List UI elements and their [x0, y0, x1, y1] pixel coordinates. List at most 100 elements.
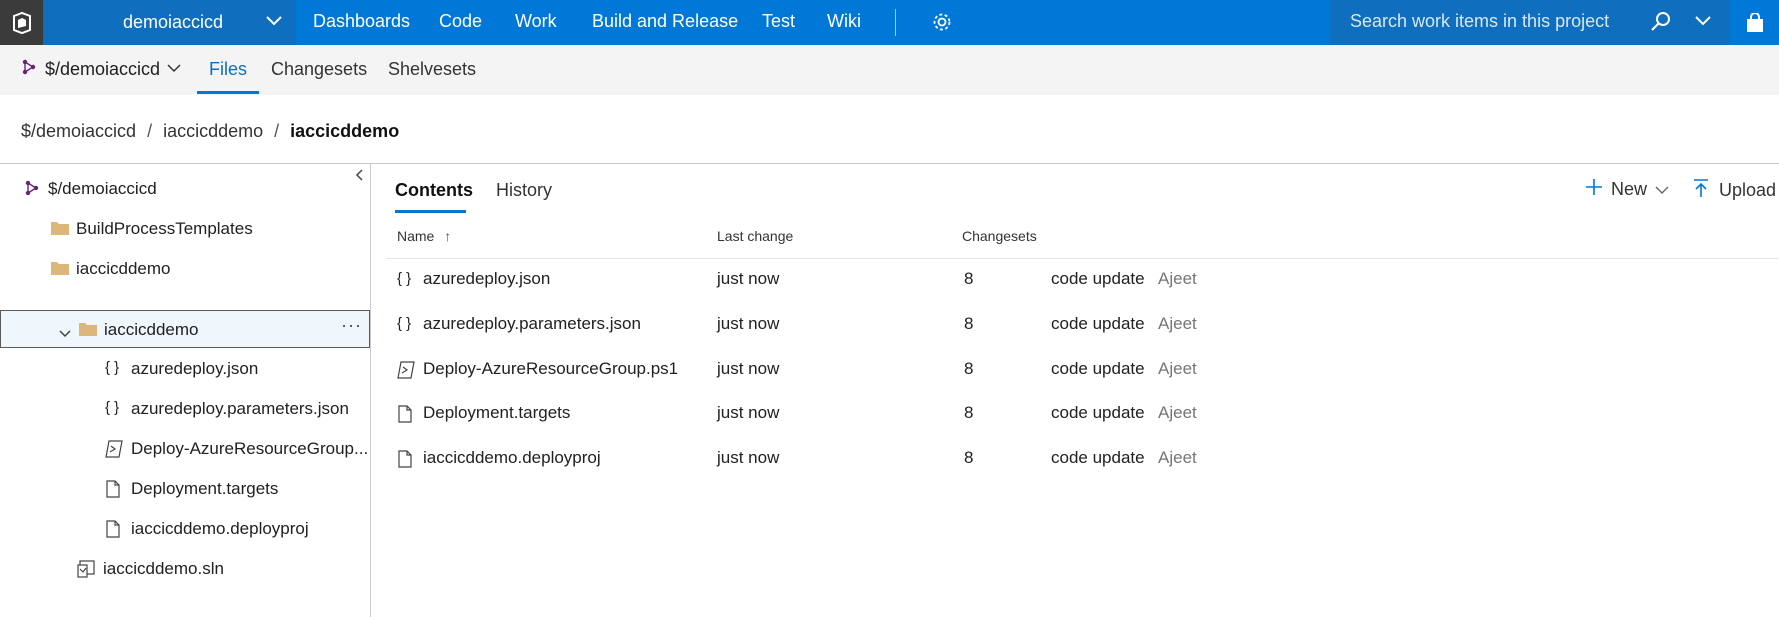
changeset-comment: code update: [1051, 403, 1145, 422]
last-change: just now: [717, 314, 780, 333]
table-row[interactable]: Deploy-AzureResourceGroup.ps1 just now 8…: [372, 350, 1779, 390]
tree-item-label: BuildProcessTemplates: [76, 219, 253, 238]
search-icon[interactable]: [1650, 11, 1672, 38]
tree-item-label: Deploy-AzureResourceGroup...: [131, 439, 369, 458]
tab-files[interactable]: Files: [209, 59, 247, 80]
tree-item-root[interactable]: $/demoiaccicd: [0, 170, 370, 208]
file-name-link[interactable]: iaccicddemo.deployproj: [423, 448, 601, 468]
changeset-comment: code update: [1051, 269, 1145, 288]
nav-dashboards[interactable]: Dashboards: [313, 11, 410, 32]
last-change: just now: [717, 403, 780, 422]
tab-shelvesets[interactable]: Shelvesets: [388, 59, 476, 80]
sub-navigation: $/demoiaccicd Files Changesets Shelveset…: [0, 45, 1779, 95]
breadcrumb-separator: /: [274, 121, 280, 141]
author: Ajeet: [1158, 359, 1197, 378]
more-actions-icon[interactable]: ···: [341, 315, 362, 336]
file-icon: [105, 520, 121, 543]
tree-item-label: $/demoiaccicd: [48, 179, 157, 198]
file-name-link[interactable]: Deployment.targets: [423, 403, 570, 423]
breadcrumb-item-folder[interactable]: iaccicddemo: [163, 121, 263, 142]
changeset-link[interactable]: 8: [964, 269, 973, 289]
chevron-down-icon[interactable]: [59, 324, 71, 344]
tree-item-buildprocesstemplates[interactable]: BuildProcessTemplates: [0, 210, 370, 248]
breadcrumb-item-root[interactable]: $/demoiaccicd: [21, 121, 136, 142]
file-name-link[interactable]: Deploy-AzureResourceGroup.ps1: [423, 359, 678, 379]
nav-work[interactable]: Work: [515, 11, 557, 32]
author: Ajeet: [1158, 403, 1197, 422]
table-row[interactable]: Deployment.targets just now 8 code updat…: [372, 394, 1779, 434]
tree-item-label: iaccicddemo: [104, 320, 199, 339]
tree-item-deployment-targets[interactable]: Deployment.targets: [0, 470, 370, 508]
column-header-changesets[interactable]: Changesets: [962, 228, 1037, 244]
tree-item-azuredeploy-parameters-json[interactable]: { } azuredeploy.parameters.json: [0, 390, 370, 428]
json-icon: { }: [397, 315, 412, 332]
file-name-link[interactable]: azuredeploy.json: [423, 269, 550, 289]
last-change: just now: [717, 448, 780, 467]
changeset-link[interactable]: 8: [964, 314, 973, 334]
nav-build-and-release[interactable]: Build and Release: [592, 11, 738, 32]
marketplace-bag-icon[interactable]: [1730, 0, 1779, 45]
search-box[interactable]: Search work items in this project: [1330, 0, 1730, 45]
last-change: just now: [717, 359, 780, 378]
chevron-down-icon: [1655, 179, 1669, 200]
table-row[interactable]: { } azuredeploy.parameters.json just now…: [372, 305, 1779, 345]
search-chevron-icon[interactable]: [1694, 14, 1712, 33]
new-button-label: New: [1611, 179, 1648, 199]
file-icon: [397, 405, 413, 428]
folder-icon: [50, 220, 70, 241]
changeset-link[interactable]: 8: [964, 448, 973, 468]
column-header-name[interactable]: Name ↑: [397, 228, 451, 244]
last-change: just now: [717, 269, 780, 288]
upload-icon: [1693, 178, 1709, 203]
tree-item-label: Deployment.targets: [131, 479, 279, 498]
active-tab-indicator: [197, 91, 259, 94]
json-icon: { }: [397, 270, 412, 287]
nav-test[interactable]: Test: [762, 11, 795, 32]
tree-item-label: azuredeploy.json: [131, 359, 259, 378]
breadcrumb: $/demoiaccicd / iaccicddemo / iaccicddem…: [21, 121, 399, 142]
tree-item-iaccicddemo-selected[interactable]: iaccicddemo ···: [0, 310, 370, 348]
folder-icon: [50, 260, 70, 281]
contents-pane: Contents History New Upload Name ↑ Last …: [372, 164, 1779, 617]
vsts-logo-icon[interactable]: [0, 0, 43, 45]
nav-wiki[interactable]: Wiki: [827, 11, 861, 32]
search-input[interactable]: Search work items in this project: [1350, 11, 1609, 32]
upload-button[interactable]: Upload: [1693, 178, 1776, 203]
powershell-icon: [105, 440, 123, 463]
tree-item-azuredeploy-json[interactable]: { } azuredeploy.json: [0, 350, 370, 388]
nav-code[interactable]: Code: [439, 11, 482, 32]
tree-item-label: iaccicddemo: [76, 259, 171, 278]
author: Ajeet: [1158, 269, 1197, 288]
table-row[interactable]: iaccicddemo.deployproj just now 8 code u…: [372, 439, 1779, 479]
column-header-last-change[interactable]: Last change: [717, 228, 793, 244]
tree-item-deploy-ps1[interactable]: Deploy-AzureResourceGroup...: [0, 430, 370, 468]
tab-changesets[interactable]: Changesets: [271, 59, 367, 80]
file-name-link[interactable]: azuredeploy.parameters.json: [423, 314, 641, 334]
tree-item-iaccicddemo-folder[interactable]: iaccicddemo: [0, 250, 370, 288]
powershell-icon: [397, 361, 415, 384]
project-selector[interactable]: demoiaccicd: [43, 0, 296, 45]
json-icon: { }: [105, 399, 120, 416]
active-tab-indicator: [395, 210, 466, 213]
chevron-down-icon: [265, 14, 283, 33]
repo-selector[interactable]: $/demoiaccicd: [21, 59, 182, 80]
file-tree: $/demoiaccicd BuildProcessTemplates iacc…: [0, 164, 371, 617]
changeset-link[interactable]: 8: [964, 359, 973, 379]
changeset-comment: code update: [1051, 359, 1145, 378]
tab-history[interactable]: History: [496, 180, 552, 201]
json-icon: { }: [105, 359, 120, 376]
chevron-down-icon: [166, 61, 182, 79]
changeset-link[interactable]: 8: [964, 403, 973, 423]
tree-item-deployproj[interactable]: iaccicddemo.deployproj: [0, 510, 370, 548]
tree-item-sln[interactable]: iaccicddemo.sln: [0, 550, 370, 588]
author: Ajeet: [1158, 448, 1197, 467]
changeset-comment: code update: [1051, 448, 1145, 467]
tab-contents[interactable]: Contents: [395, 180, 473, 201]
repo-icon: [21, 59, 37, 80]
new-button[interactable]: New: [1585, 178, 1669, 201]
tree-item-label: iaccicddemo.sln: [103, 559, 224, 578]
gear-icon[interactable]: [931, 11, 953, 38]
table-row[interactable]: { } azuredeploy.json just now 8 code upd…: [372, 260, 1779, 300]
tree-item-label: azuredeploy.parameters.json: [131, 399, 349, 418]
breadcrumb-separator: /: [147, 121, 153, 141]
